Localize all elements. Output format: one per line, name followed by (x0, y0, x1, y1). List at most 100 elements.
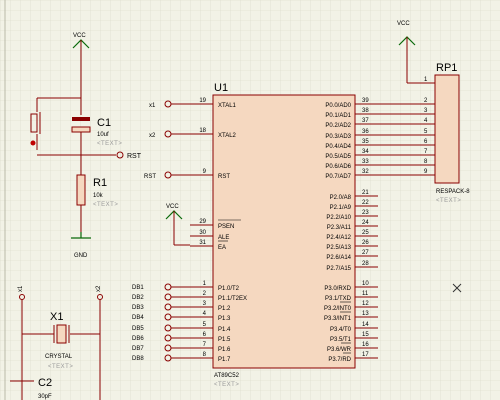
u1-pin-number: 38 (362, 108, 369, 114)
xtal-x2-label: x2 (96, 285, 102, 292)
schematic-canvas[interactable]: VCC C1 10uf <TEXT> RST R1 10k <TEXT> GND… (0, 0, 500, 400)
c2-value: 30pF (38, 394, 52, 400)
u1-pin-number: 22 (362, 200, 369, 206)
u1-pin-name: ALE (218, 235, 229, 241)
u1-pin-name: XTAL1 (218, 103, 237, 109)
db-net-label: DB7 (132, 346, 144, 352)
u1-pin-name: RST (218, 174, 230, 180)
r1-text: <TEXT> (93, 202, 118, 208)
u1-pin-name: P3.2/INT0 (324, 306, 352, 312)
u1-pin-name: P3.7/RD (328, 357, 351, 363)
u1-pin-name: P3.1/TXD (325, 296, 352, 302)
u1-pin-number: 21 (362, 190, 369, 196)
u1-pin-number: 27 (362, 250, 369, 256)
u1-pin-number: 14 (362, 322, 369, 328)
u1-pin-number: 33 (362, 159, 369, 165)
u1-pin-number: 28 (362, 261, 369, 267)
db-net-label: DB4 (132, 315, 144, 321)
u1-pin-name: P0.5/AD5 (325, 154, 351, 160)
u1-pin-name: P0.7/AD7 (325, 174, 351, 180)
u1-pin-name: EA (218, 245, 226, 251)
u1-pin-name: P0.1/AD1 (325, 113, 351, 119)
u1-pin-number: 37 (362, 118, 369, 124)
u1-pin-number: 34 (362, 149, 369, 155)
u1-pin-number: 32 (362, 169, 369, 175)
u1-pin-name: P2.3/A11 (327, 225, 352, 231)
u1-part: AT89C52 (214, 373, 240, 379)
db-net-label: DB8 (132, 356, 144, 362)
u1-pin-number: 30 (199, 230, 206, 236)
u1-pin-number: 26 (362, 240, 369, 246)
u1-pin-name: P1.5 (218, 337, 231, 343)
rp1-part: RESPACK-8 (436, 189, 470, 195)
db-net-label: DB3 (132, 305, 144, 311)
u1-pin-number: 35 (362, 139, 369, 145)
u1-pin-name: P0.4/AD4 (325, 144, 351, 150)
u1-pin-name: P3.6/WR (327, 347, 352, 353)
xtal-x1-label: x1 (18, 285, 24, 292)
u1-pin-number: 24 (362, 220, 369, 226)
u1-pin-number: 31 (199, 240, 206, 246)
u1-pin-number: 12 (362, 301, 369, 307)
u1-pin-name: P2.1/A9 (330, 205, 352, 211)
rp1-text: <TEXT> (436, 198, 461, 204)
c1-ref: C1 (97, 117, 111, 129)
c2-ref: C2 (38, 377, 52, 389)
x1-ref: X1 (50, 311, 63, 323)
db-net-label: DB1 (132, 285, 144, 291)
rst-net-label-c1: RST (127, 153, 142, 160)
u1-pin-number: 18 (199, 128, 206, 134)
c1-value: 10uf (97, 132, 109, 138)
junction-dot (30, 140, 36, 146)
u1-pin-name: P2.2/A10 (326, 215, 351, 221)
u1-pin-number: 36 (362, 129, 369, 135)
u1-pin-name: P3.3/INT1 (324, 316, 352, 322)
u1-pin-number: 15 (362, 332, 369, 338)
rst-net-label: RST (144, 174, 156, 180)
u1-pin-name: P2.5/A13 (326, 245, 351, 251)
u1-pin-number: 17 (362, 352, 369, 358)
u1-text: <TEXT> (214, 382, 239, 388)
db-net-label: DB5 (132, 326, 144, 332)
db-net-label: DB2 (132, 295, 144, 301)
u1-pin-name: P0.6/AD6 (325, 164, 351, 170)
r1-value: 10k (93, 193, 104, 199)
u1-pin-name: P0.0/AD0 (325, 103, 351, 109)
vcc-rp1-label: VCC (397, 21, 410, 27)
db-net-label: DB6 (132, 336, 144, 342)
schematic-svg: VCC C1 10uf <TEXT> RST R1 10k <TEXT> GND… (0, 0, 500, 400)
u1-pin-name: P0.2/AD2 (325, 123, 351, 129)
u1-pin-name: P1.6 (218, 347, 231, 353)
u1-pin-name: P1.3 (218, 316, 231, 322)
u1-pin-name: P3.0/RXD (324, 286, 351, 292)
vcc-ea-label: VCC (166, 204, 179, 210)
u1-pin-number: 16 (362, 342, 369, 348)
x1-text: <TEXT> (48, 364, 73, 370)
u1-pin-name: P2.4/A12 (326, 235, 351, 241)
u1-pin-name: P1.2 (218, 306, 231, 312)
u1-pin-number: 19 (199, 98, 206, 104)
u1-pin-name: PSEN (218, 224, 234, 230)
gnd-label: GND (74, 253, 88, 259)
vcc-top-label: VCC (73, 33, 86, 39)
u1-pin-name: P1.1/T2EX (218, 296, 247, 302)
x2-net-label: x2 (149, 133, 156, 139)
u1-pin-name: P0.3/AD3 (325, 134, 351, 140)
rp1-ref: RP1 (436, 62, 457, 74)
r1-ref: R1 (93, 177, 107, 189)
u1-pin-number: 39 (362, 98, 369, 104)
u1-pin-number: 11 (362, 291, 369, 297)
crystal-body[interactable] (56, 324, 67, 344)
u1-pin-name: P1.7 (218, 357, 231, 363)
u1-pin-name: P2.7/A15 (326, 266, 351, 272)
x1-value: CRYSTAL (45, 354, 73, 360)
u1-pin-number: 25 (362, 230, 369, 236)
u1-pin-name: P1.4 (218, 327, 231, 333)
u1-pin-number: 13 (362, 311, 369, 317)
u1-pin-name: P1.0/T2 (218, 286, 240, 292)
c1-plate-bottom (71, 126, 91, 133)
r1-body[interactable] (76, 174, 86, 206)
u1-pin-number: 29 (199, 219, 206, 225)
rp1-body (434, 74, 460, 184)
u1-pin-name: P2.0/A8 (330, 195, 352, 201)
